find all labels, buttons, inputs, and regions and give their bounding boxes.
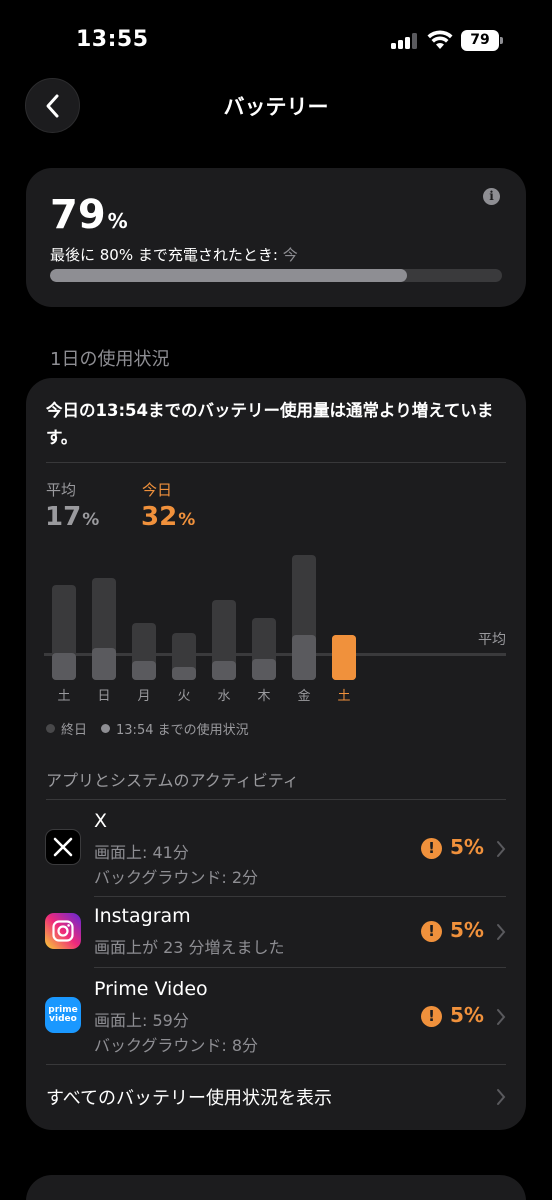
show-all-usage-link[interactable]: すべてのバッテリー使用状況を表示 [46,1084,332,1110]
warning-icon: ! [421,1006,442,1027]
day-label: 月 [137,689,151,704]
chart-legend: 終日 13:54 までの使用状況 [46,719,263,738]
app-detail: 画面上が 23 分増えました [94,938,285,957]
page-title: バッテリー [223,95,329,119]
bar-until-now [332,634,356,680]
cellular-signal-icon [391,33,419,49]
status-bar: 13:55 79 [0,0,552,80]
warning-icon: ! [421,838,442,859]
bar-until-now [252,659,276,680]
app-row-prime-video[interactable]: prime video Prime Video 画面上: 59分 バックグラウン… [26,967,526,1064]
app-percent: 5% [450,835,484,859]
apps-activity-title: アプリとシステムのアクティビティ [46,771,299,790]
usage-card: 今日の13:54までのバッテリー使用量は通常より増えています。 平均 17% 今… [26,378,526,1130]
day-label: 日 [97,689,111,704]
battery-level-text: 79 [461,30,499,51]
warning-icon: ! [421,921,442,942]
day-label: 土 [57,689,71,704]
bar-until-now [292,634,316,680]
instagram-app-icon [45,913,81,949]
app-name: Prime Video [94,978,208,1000]
usage-bar-chart: 平均 土 日 月 火 水 木 金 土 [26,378,526,718]
battery-percent: 79% [50,192,128,238]
battery-icon: 79 [461,30,503,51]
day-label: 金 [297,689,311,704]
last-charged-text: 最後に 80% まで充電されたとき: 今 [50,246,298,264]
app-detail: 画面上: 41分 [94,843,189,862]
next-section-card [26,1175,526,1200]
app-percent: 5% [450,1003,484,1027]
battery-level-fill [50,269,408,282]
app-name: Instagram [94,905,191,927]
app-detail: 画面上: 59分 [94,1011,189,1030]
prime-video-app-icon: prime video [45,997,81,1033]
info-icon[interactable]: i [483,188,500,205]
divider [46,1064,506,1065]
average-line-label: 平均 [478,632,506,648]
bar-until-now [92,647,116,680]
wifi-icon [427,30,453,49]
bar-until-now [172,666,196,680]
app-row-x[interactable]: X 画面上: 41分 バックグラウンド: 2分 ! 5% [26,799,526,896]
chevron-right-icon [497,1089,506,1105]
day-label: 水 [217,689,231,704]
legend-all-day: 終日 [46,719,87,738]
battery-level-bar [50,269,502,282]
day-label: 土 [337,689,351,704]
chevron-right-icon [497,1009,506,1025]
app-detail: バックグラウンド: 8分 [94,1036,259,1055]
status-time: 13:55 [76,27,149,52]
chevron-right-icon [497,924,506,940]
section-daily-usage: 1日の使用状況 [50,349,170,370]
app-percent: 5% [450,918,484,942]
day-label: 木 [257,689,271,704]
day-label: 火 [177,689,191,704]
app-row-instagram[interactable]: Instagram 画面上が 23 分増えました ! 5% [26,896,526,967]
chevron-right-icon [497,841,506,857]
bar-until-now [132,661,156,680]
app-name: X [94,810,108,832]
x-app-icon [45,829,81,865]
bar-until-now [52,653,76,680]
battery-level-card: 79% i 最後に 80% まで充電されたとき: 今 [26,168,526,307]
app-detail: バックグラウンド: 2分 [94,868,259,887]
bar-until-now [212,661,236,680]
legend-until-now: 13:54 までの使用状況 [101,719,249,738]
